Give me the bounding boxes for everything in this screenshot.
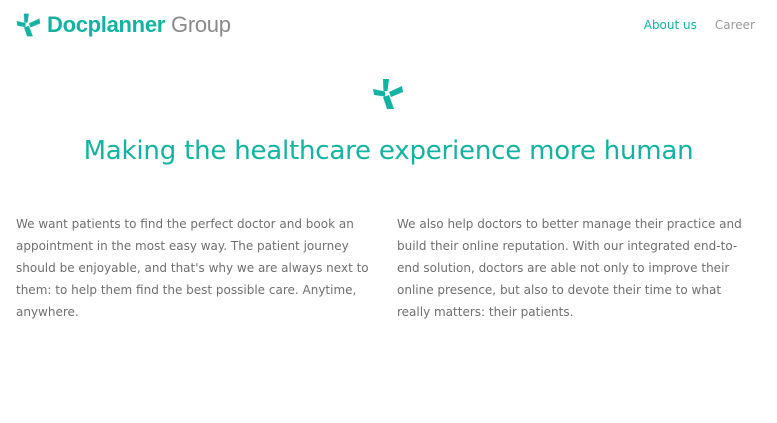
brand-logo[interactable]: Docplanner Group <box>15 11 231 39</box>
main-nav: About us Career <box>644 18 755 32</box>
brand-name-primary: Docplanner <box>47 12 166 37</box>
nav-item-about-us[interactable]: About us <box>644 18 697 32</box>
docplanner-asterisk-icon <box>16 13 41 37</box>
brand-name-secondary: Group <box>171 12 231 37</box>
nav-item-career[interactable]: Career <box>715 18 755 32</box>
doctors-paragraph: We also help doctors to better manage th… <box>397 217 742 319</box>
patients-paragraph: We want patients to find the perfect doc… <box>16 217 369 319</box>
page-headline: Making the healthcare experience more hu… <box>83 136 694 166</box>
docplanner-asterisk-icon <box>373 79 403 109</box>
site-header: Docplanner Group About us Career <box>0 0 777 52</box>
